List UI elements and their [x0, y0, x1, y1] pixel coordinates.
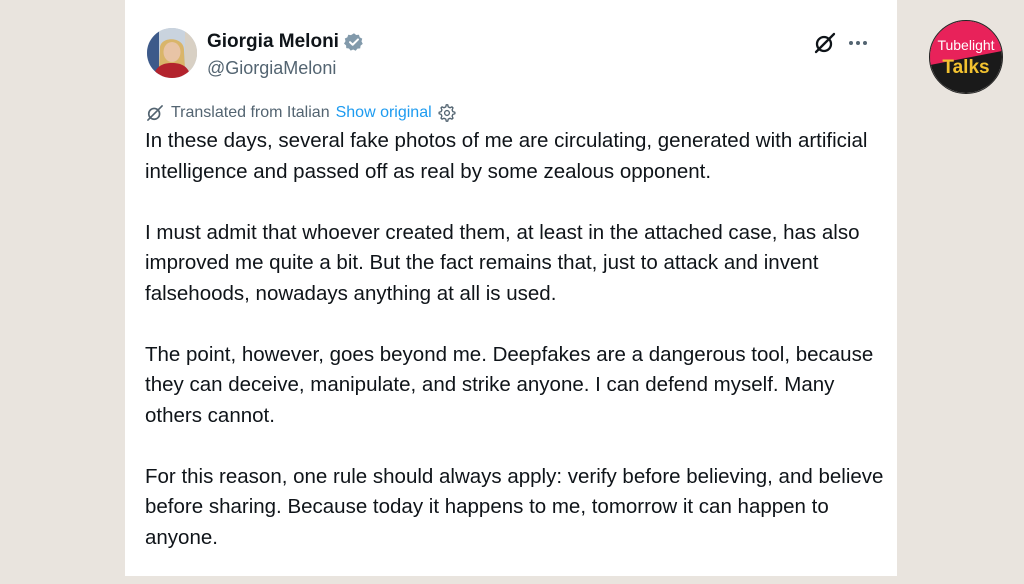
translation-notice: Translated from Italian Show original	[145, 103, 456, 123]
grok-icon[interactable]	[813, 31, 837, 55]
tweet-paragraph: I must admit that whoever created them, …	[145, 220, 860, 305]
verified-badge-icon[interactable]	[343, 32, 364, 52]
author-handle[interactable]: @GiorgiaMeloni	[207, 58, 336, 79]
author-avatar[interactable]	[147, 28, 197, 78]
tweet-card: Giorgia Meloni @GiorgiaMeloni Translated…	[125, 0, 897, 576]
settings-gear-icon[interactable]	[438, 104, 456, 122]
logo-line1: Tubelight	[937, 37, 994, 53]
tweet-paragraph: For this reason, one rule should always …	[145, 464, 884, 549]
tweet-paragraph: In these days, several fake photos of me…	[145, 129, 868, 183]
tweet-text: In these days, several fake photos of me…	[145, 126, 885, 584]
tweet-paragraph: The point, however, goes beyond me. Deep…	[145, 342, 874, 427]
author-name-row: Giorgia Meloni	[207, 31, 364, 53]
tubelight-talks-logo: Tubelight Talks	[929, 20, 1003, 94]
author-display-name[interactable]: Giorgia Meloni	[207, 31, 339, 53]
show-original-link[interactable]: Show original	[336, 104, 432, 122]
more-options-icon[interactable]	[847, 32, 869, 54]
logo-line2: Talks	[942, 57, 989, 78]
translate-icon	[145, 103, 165, 123]
translated-from-label: Translated from Italian	[171, 104, 330, 121]
